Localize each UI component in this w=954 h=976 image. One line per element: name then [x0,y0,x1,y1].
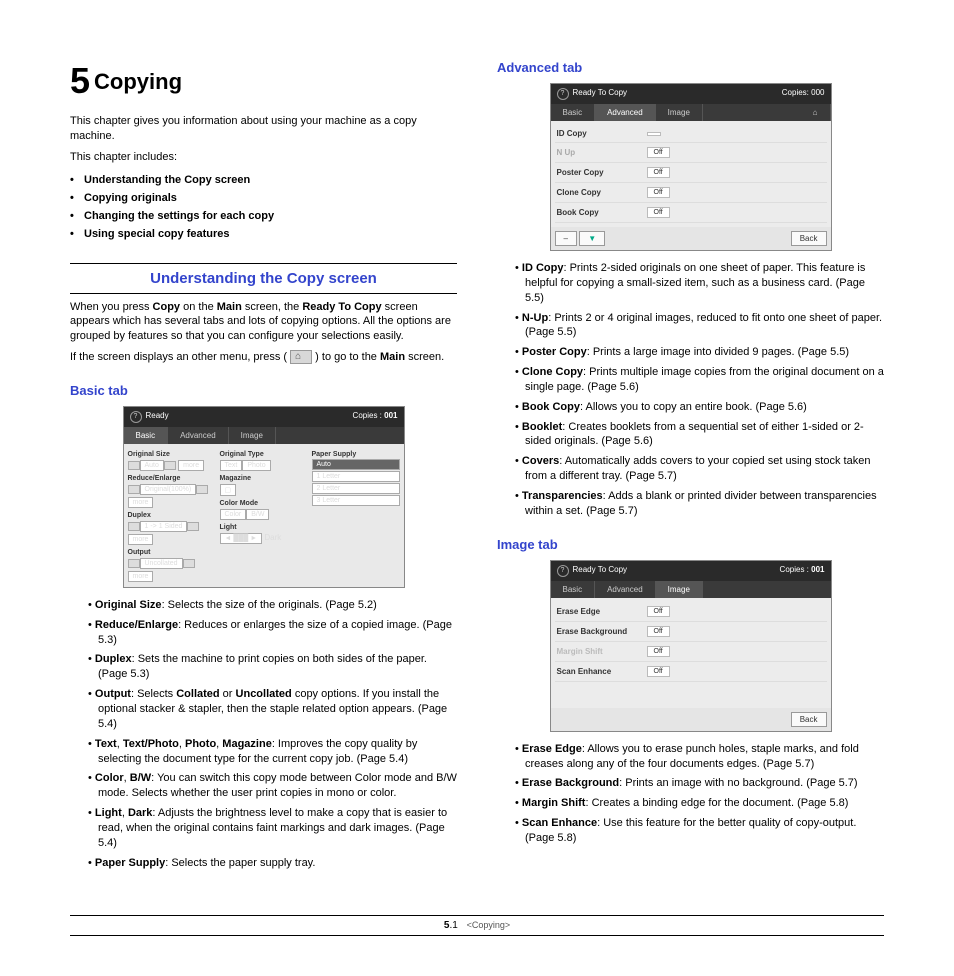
tab-advanced[interactable]: Advanced [595,581,656,598]
advanced-bullets: ID Copy: Prints 2-sided originals on one… [515,261,884,519]
copies-value: 001 [384,411,397,420]
list-item: Light, Dark: Adjusts the brightness leve… [88,806,457,851]
home-icon[interactable]: ⌂ [801,104,831,121]
section-para: If the screen displays an other menu, pr… [70,350,457,365]
tab-basic[interactable]: Basic [551,104,596,121]
list-item: Output: Selects Collated or Uncollated c… [88,687,457,732]
chapter-number: 5 [70,60,90,101]
intro-para-1: This chapter gives you information about… [70,114,457,144]
toc-item: Using special copy features [70,225,457,243]
list-item: Margin Shift: Creates a binding edge for… [515,796,884,811]
list-item: Poster Copy: Prints a large image into d… [515,345,884,360]
basic-tab-heading: Basic tab [70,383,457,398]
tab-basic[interactable]: Basic [551,581,596,598]
toc-list: Understanding the Copy screen Copying or… [70,171,457,243]
screen-title: Ready [146,411,169,420]
toc-item: Understanding the Copy screen [70,171,457,189]
copies-value: 001 [811,565,824,574]
tab-basic[interactable]: Basic [124,427,169,444]
screen-title: Ready To Copy [573,88,628,97]
screen-title: Ready To Copy [573,565,628,574]
toc-item: Changing the settings for each copy [70,207,457,225]
list-item: Duplex: Sets the machine to print copies… [88,652,457,682]
home-icon [290,350,312,364]
list-item: Scan Enhance: Use this feature for the b… [515,816,884,846]
footer-chapter: <Copying> [467,920,511,930]
list-item: Text, Text/Photo, Photo, Magazine: Impro… [88,737,457,767]
advanced-tab-screenshot: ?Ready To Copy Copies: 000 Basic Advance… [550,83,832,251]
list-item: N-Up: Prints 2 or 4 original images, red… [515,311,884,341]
tab-image[interactable]: Image [656,104,703,121]
list-item: ID Copy: Prints 2-sided originals on one… [515,261,884,306]
basic-bullets: Original Size: Selects the size of the o… [88,598,457,871]
list-item: Color, B/W: You can switch this copy mod… [88,771,457,801]
tab-advanced[interactable]: Advanced [168,427,229,444]
section-heading: Understanding the Copy screen [70,270,457,287]
list-item: Clone Copy: Prints multiple image copies… [515,365,884,395]
page-footer: 5.1 <Copying> [70,915,884,936]
chapter-name: Copying [94,69,182,94]
list-item: Book Copy: Allows you to copy an entire … [515,400,884,415]
list-item: Reduce/Enlarge: Reduces or enlarges the … [88,618,457,648]
basic-tab-screenshot: ?Ready Copies : 001 Basic Advanced Image… [123,406,405,588]
list-item: Erase Edge: Allows you to erase punch ho… [515,742,884,772]
tab-image[interactable]: Image [229,427,276,444]
tab-image[interactable]: Image [656,581,703,598]
chapter-title: 5Copying [70,60,457,102]
image-bullets: Erase Edge: Allows you to erase punch ho… [515,742,884,846]
intro-para-2: This chapter includes: [70,150,457,165]
list-item: Covers: Automatically adds covers to you… [515,454,884,484]
list-item: Paper Supply: Selects the paper supply t… [88,856,457,871]
section-para: When you press Copy on the Main screen, … [70,300,457,345]
toc-item: Copying originals [70,189,457,207]
list-item: Original Size: Selects the size of the o… [88,598,457,613]
list-item: Booklet: Creates booklets from a sequent… [515,420,884,450]
back-button[interactable]: Back [791,712,827,727]
image-tab-screenshot: ?Ready To Copy Copies : 001 Basic Advanc… [550,560,832,732]
image-tab-heading: Image tab [497,537,884,552]
advanced-tab-heading: Advanced tab [497,60,884,75]
list-item: Transparencies: Adds a blank or printed … [515,489,884,519]
copies-value: 000 [811,88,824,97]
tab-advanced[interactable]: Advanced [595,104,656,121]
list-item: Erase Background: Prints an image with n… [515,776,884,791]
back-button[interactable]: Back [791,231,827,246]
